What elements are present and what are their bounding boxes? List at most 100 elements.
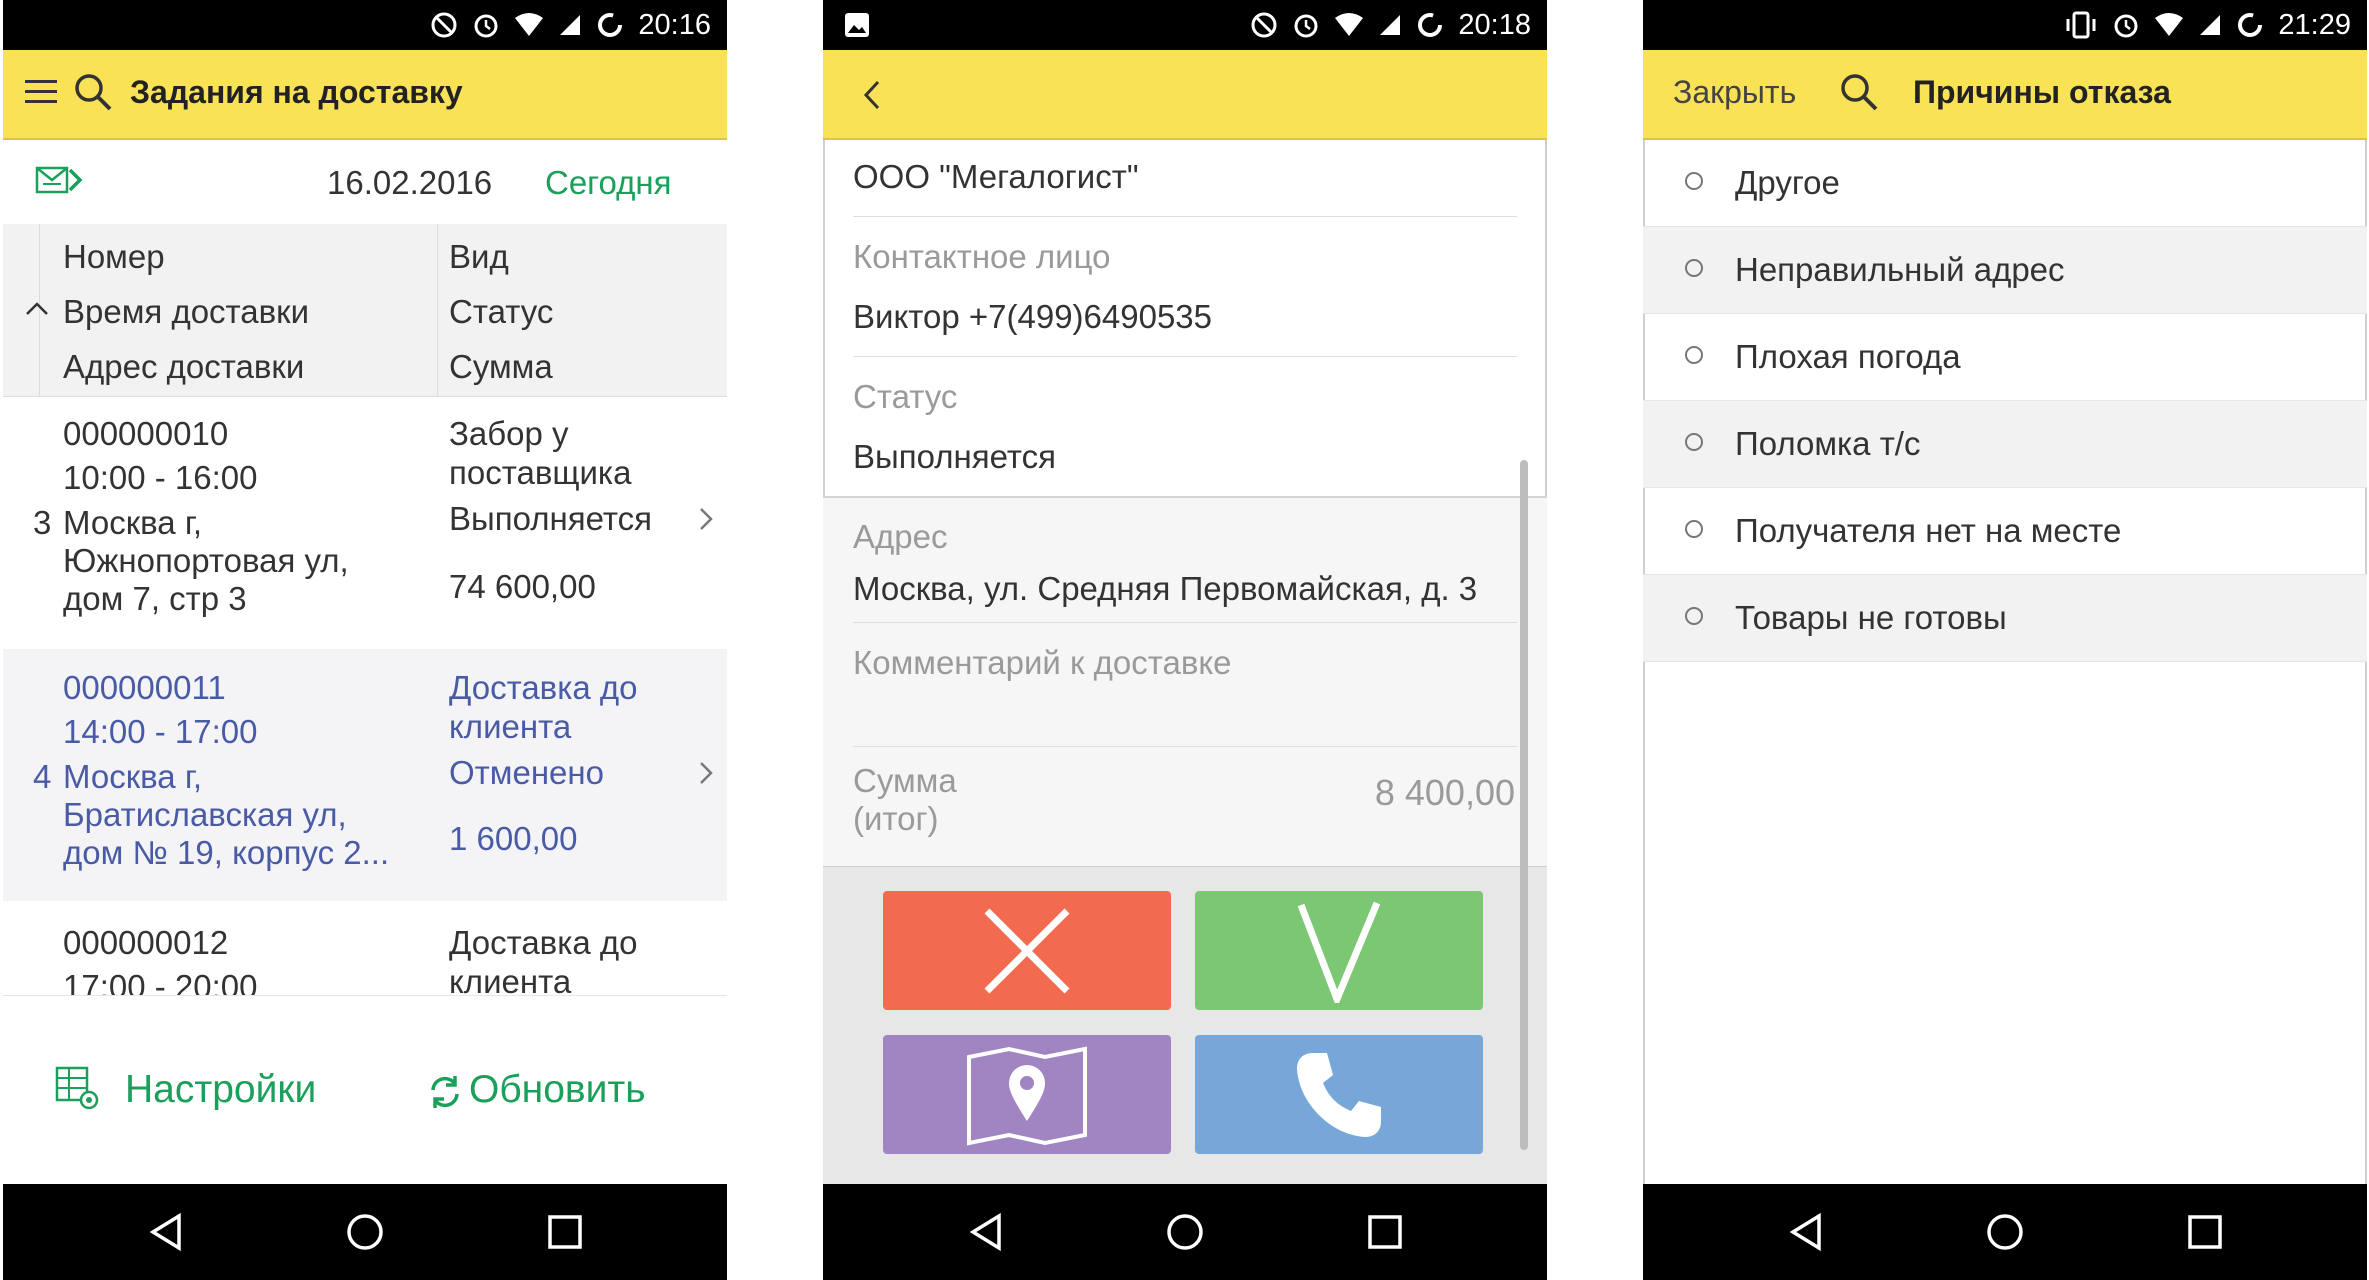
row-sum: 74 600,00 — [449, 568, 596, 605]
reason-item[interactable]: Поломка т/с — [1643, 401, 2367, 488]
header-kind[interactable]: Вид — [449, 238, 509, 276]
alarm-icon — [1294, 14, 1318, 38]
sum-value: 8 400,00 — [1374, 772, 1515, 813]
comment-label: Комментарий к доставке — [853, 644, 1232, 681]
reason-item[interactable]: Неправильный адрес — [1643, 227, 2367, 314]
chevron-right-icon[interactable] — [699, 507, 713, 531]
nav-back-icon[interactable] — [1787, 1212, 1827, 1252]
contact-value[interactable]: Виктор +7(499)6490535 — [853, 298, 1212, 336]
header-status[interactable]: Статус — [449, 293, 553, 331]
alarm-icon — [2114, 14, 2138, 38]
reason-item[interactable]: Товары не готовы — [1643, 575, 2367, 662]
row-kind: Забор у — [449, 415, 569, 452]
company-name: ООО "Мегалогист" — [853, 158, 1139, 195]
page-title: Причины отказа — [1913, 74, 2171, 110]
row-index: 3 — [33, 504, 52, 541]
refresh-icon[interactable] — [427, 1074, 463, 1110]
row-number: 000000010 — [63, 415, 229, 452]
reason-item[interactable]: Другое — [1643, 140, 2367, 227]
row-address: Москва г, — [63, 758, 203, 795]
chevron-right-icon[interactable] — [699, 761, 713, 785]
nav-back-icon[interactable] — [967, 1212, 1007, 1252]
app-bar: Задания на доставку — [3, 50, 727, 138]
reason-item[interactable]: Плохая погода — [1643, 314, 2367, 401]
loading-icon — [2238, 13, 2263, 37]
nav-back-icon[interactable] — [147, 1212, 187, 1252]
scrollbar[interactable] — [1520, 460, 1528, 1150]
confirm-button[interactable] — [1195, 891, 1483, 1010]
signal-icon — [560, 15, 581, 35]
nav-home-icon[interactable] — [1165, 1212, 1205, 1252]
settings-button[interactable]: Настройки — [125, 1068, 316, 1112]
row-address: Братиславская ул, — [63, 796, 347, 833]
row-sum: 1 600,00 — [449, 820, 578, 857]
radio-button[interactable] — [1685, 607, 1703, 625]
signal-icon — [2200, 15, 2221, 35]
chevron-right-icon[interactable] — [67, 168, 83, 192]
nav-recents-icon[interactable] — [1365, 1212, 1405, 1252]
table-row[interactable]: 000000011 14:00 - 17:00 4 Москва г, Брат… — [3, 649, 727, 902]
row-kind: Доставка до — [449, 669, 638, 706]
phone-delivery-tasks: 20:16 Задания на доставку 16.02.2016 Сег… — [3, 0, 727, 1280]
row-time: 14:00 - 17:00 — [63, 713, 258, 750]
table-row[interactable]: 000000012 17:00 - 20:00 Доставка до клие… — [3, 901, 727, 996]
reason-label: Получателя нет на месте — [1735, 512, 2122, 549]
phone-delivery-details: 20:18 ООО "Мегалогист" Контактное лицо В… — [823, 0, 1547, 1280]
loading-icon — [598, 13, 623, 37]
nav-home-icon[interactable] — [1985, 1212, 2025, 1252]
table-header: Номер Время доставки Адрес доставки Вид … — [3, 224, 727, 397]
reason-label: Неправильный адрес — [1735, 251, 2065, 288]
row-number: 000000011 — [63, 669, 226, 706]
refresh-button[interactable]: Обновить — [469, 1068, 646, 1112]
header-sum[interactable]: Сумма — [449, 348, 553, 386]
app-bar: Закрыть Причины отказа — [1643, 50, 2367, 138]
signal-icon — [1380, 15, 1401, 35]
call-button[interactable] — [1195, 1035, 1483, 1154]
row-kind: клиента — [449, 708, 572, 745]
back-icon[interactable] — [863, 80, 881, 110]
map-button[interactable] — [883, 1035, 1171, 1154]
current-date[interactable]: 16.02.2016 — [327, 164, 492, 202]
search-icon[interactable] — [1839, 72, 1879, 112]
row-index: 4 — [33, 758, 52, 795]
header-number[interactable]: Номер — [63, 238, 165, 276]
radio-button[interactable] — [1685, 172, 1703, 190]
status-bar: 20:18 — [823, 0, 1547, 50]
chevron-up-icon[interactable] — [25, 300, 49, 316]
dnd-icon — [431, 12, 457, 38]
search-icon[interactable] — [73, 72, 113, 112]
nav-recents-icon[interactable] — [545, 1212, 585, 1252]
system-nav-bar — [3, 1184, 727, 1280]
nav-recents-icon[interactable] — [2185, 1212, 2225, 1252]
table-row[interactable]: 000000010 10:00 - 16:00 3 Москва г, Южно… — [3, 397, 727, 650]
reason-item[interactable]: Получателя нет на месте — [1643, 488, 2367, 575]
menu-icon[interactable] — [25, 78, 57, 106]
row-kind: Доставка до — [449, 924, 638, 961]
status-time: 20:16 — [638, 8, 711, 41]
status-bar: 21:29 — [1643, 0, 2367, 50]
radio-button[interactable] — [1685, 520, 1703, 538]
header-address[interactable]: Адрес доставки — [63, 348, 304, 386]
map-icon — [967, 1046, 1087, 1145]
reason-label: Поломка т/с — [1735, 425, 1921, 462]
phone-refusal-reasons: 21:29 Закрыть Причины отказа Другое Непр… — [1643, 0, 2367, 1280]
status-label: Статус — [853, 378, 958, 415]
today-link[interactable]: Сегодня — [545, 164, 671, 202]
sum-label: Сумма — [853, 762, 957, 799]
radio-button[interactable] — [1685, 346, 1703, 364]
radio-button[interactable] — [1685, 433, 1703, 451]
nav-home-icon[interactable] — [345, 1212, 385, 1252]
system-nav-bar — [1643, 1184, 2367, 1280]
close-button[interactable]: Закрыть — [1673, 74, 1796, 111]
status-value: Выполняется — [853, 438, 1056, 475]
report-icon[interactable] — [35, 162, 69, 196]
radio-button[interactable] — [1685, 259, 1703, 277]
contact-label: Контактное лицо — [853, 238, 1111, 275]
settings-icon[interactable] — [55, 1066, 101, 1112]
phone-icon — [1297, 1052, 1381, 1137]
header-time[interactable]: Время доставки — [63, 293, 309, 331]
status-bar: 20:16 — [3, 0, 727, 50]
wifi-icon — [2155, 13, 2184, 36]
vibrate-icon — [2066, 11, 2096, 39]
cancel-button[interactable] — [883, 891, 1171, 1010]
